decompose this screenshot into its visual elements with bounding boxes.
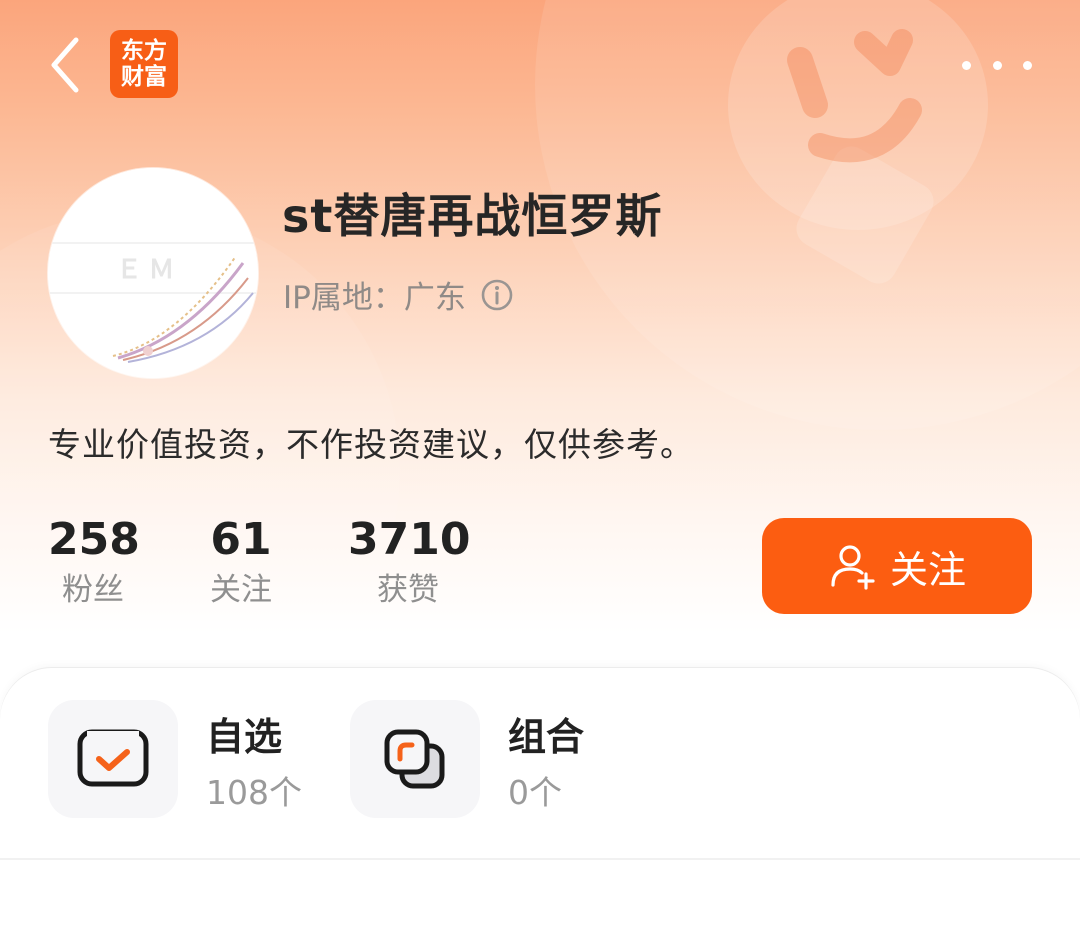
follow-button-label: 关注 <box>889 547 966 592</box>
logo-line1: 东方 <box>121 37 167 64</box>
svg-text:Ｅ Ｍ: Ｅ Ｍ <box>116 255 175 284</box>
stat-label: 获赞 <box>377 572 439 608</box>
dot-icon <box>962 60 971 70</box>
portfolio-count: 0个 <box>508 773 562 812</box>
stat-value: 3710 <box>348 514 471 565</box>
app-logo: 东方 财富 <box>110 30 178 98</box>
stat-label: 关注 <box>210 572 272 608</box>
logo-line2: 财富 <box>121 63 167 90</box>
divider <box>0 858 1080 860</box>
ip-location-row: IP属地：广东 <box>283 272 514 317</box>
avatar-image: Ｅ Ｍ <box>48 168 258 378</box>
portfolio-title: 组合 <box>508 715 585 759</box>
stat-value: 258 <box>48 514 140 565</box>
stat-value: 61 <box>210 514 272 565</box>
smiley-decoration-icon <box>787 29 922 163</box>
ip-location-text: IP属地：广东 <box>283 280 466 316</box>
portfolio-icon <box>384 729 445 789</box>
watchlist-tile[interactable]: 自选 108个 <box>48 700 318 820</box>
back-button[interactable] <box>40 30 100 100</box>
watchlist-title: 自选 <box>206 715 283 759</box>
username: st替唐再战恒罗斯 <box>282 189 663 243</box>
bio-text: 专业价值投资，不作投资建议，仅供参考。 <box>48 425 694 464</box>
portfolio-icon-box <box>350 700 480 818</box>
stat-fans[interactable]: 258 粉丝 <box>48 512 140 612</box>
follow-button[interactable]: 关注 <box>762 518 1032 614</box>
info-icon[interactable] <box>480 278 514 312</box>
stat-label: 粉丝 <box>62 572 124 608</box>
more-options-button[interactable] <box>962 50 1032 80</box>
watchlist-check-icon <box>77 729 149 787</box>
chevron-left-icon <box>51 37 79 93</box>
watchlist-icon-box <box>48 700 178 818</box>
dot-icon <box>1023 60 1032 70</box>
dot-icon <box>992 60 1002 70</box>
portfolio-tile[interactable]: 组合 0个 <box>350 700 620 820</box>
stat-likes[interactable]: 3710 获赞 <box>348 512 471 612</box>
add-user-icon <box>831 545 875 590</box>
avatar[interactable]: Ｅ Ｍ <box>48 168 258 378</box>
watchlist-count: 108个 <box>206 773 302 812</box>
stat-following[interactable]: 61 关注 <box>200 512 282 612</box>
